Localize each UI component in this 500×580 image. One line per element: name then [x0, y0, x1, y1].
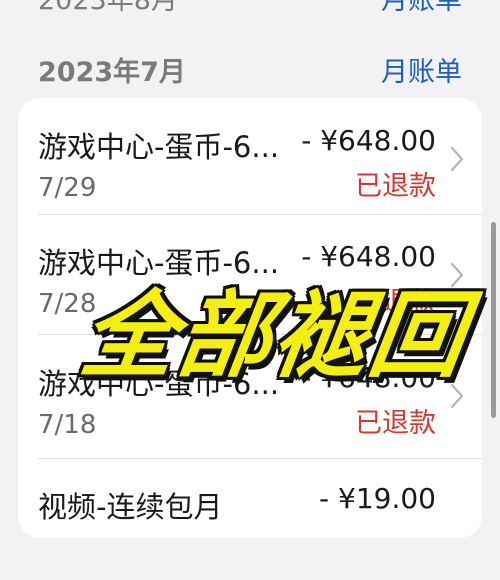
transaction-amount: - ¥19.00 [319, 482, 436, 515]
transaction-date: 7/18 [38, 410, 97, 440]
scrollbar[interactable] [491, 222, 496, 418]
overlay-caption: 全部褪回 [74, 282, 474, 391]
transaction-title: 游戏中心-蛋币-6... [38, 246, 280, 280]
chevron-right-icon [450, 146, 464, 172]
transaction-title: 游戏中心-蛋币-6... [38, 130, 280, 164]
previous-month-header: 2023年8月 月账单 [0, 0, 500, 16]
refund-status-badge: 已退款 [355, 171, 436, 202]
month-section-header: 2023年7月 月账单 [0, 48, 500, 88]
transaction-row[interactable]: 视频-连续包月 - ¥19.00 [18, 458, 482, 580]
transaction-amount: - ¥648.00 [301, 124, 436, 157]
previous-monthly-bill-link[interactable]: 月账单 [381, 0, 462, 17]
transaction-date: 7/29 [38, 173, 97, 203]
monthly-bill-link[interactable]: 月账单 [381, 50, 462, 89]
previous-month-label: 2023年8月 [38, 0, 178, 16]
transaction-title: 视频-连续包月 [38, 490, 223, 524]
month-label: 2023年7月 [38, 57, 186, 88]
transaction-amount: - ¥648.00 [301, 240, 436, 273]
refund-status-badge: 已退款 [355, 408, 436, 439]
transaction-row[interactable]: 游戏中心-蛋币-6... - ¥648.00 7/29 已退款 [18, 98, 482, 220]
